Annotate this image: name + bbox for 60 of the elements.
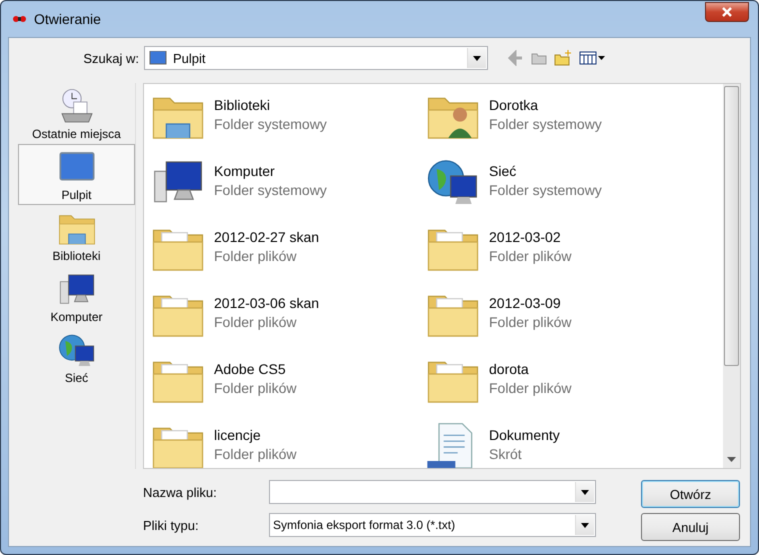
desktop-icon <box>149 51 167 65</box>
place-item[interactable]: Pulpit <box>18 144 135 205</box>
file-item[interactable]: 2012-03-09 Folder plików <box>425 287 723 353</box>
file-name: 2012-03-02 <box>489 229 562 245</box>
file-type: Skrót <box>489 446 523 462</box>
view-menu-icon[interactable] <box>579 50 605 66</box>
file-item[interactable]: 2012-03-02 Folder plików <box>425 221 723 287</box>
file-item[interactable]: licencje Folder plików <box>150 419 425 468</box>
file-item[interactable]: 2012-03-06 skan Folder plików <box>150 287 425 353</box>
close-button[interactable] <box>705 2 749 22</box>
cancel-button[interactable]: Anuluj <box>641 513 740 541</box>
back-arrow-icon[interactable] <box>508 50 524 66</box>
file-type: Folder plików <box>214 446 296 462</box>
file-name: Dokumenty <box>489 427 560 443</box>
look-in-label: Szukaj w: <box>82 50 140 66</box>
file-name: 2012-03-06 skan <box>214 295 320 311</box>
file-type: Folder systemowy <box>214 116 327 132</box>
file-type: Folder plików <box>489 314 572 330</box>
place-item[interactable]: Ostatnie miejsca <box>18 83 135 144</box>
file-name: Komputer <box>214 163 276 179</box>
place-item[interactable]: Komputer <box>18 266 135 327</box>
file-item[interactable]: Dokumenty Skrót <box>425 419 723 468</box>
file-type: Folder systemowy <box>489 116 602 132</box>
file-item[interactable]: Sieć Folder systemowy <box>425 155 723 221</box>
app-logo-icon <box>12 13 28 25</box>
file-type: Folder plików <box>489 248 572 264</box>
file-name-field[interactable] <box>269 480 596 504</box>
file-name: licencje <box>214 427 262 443</box>
file-type-dropdown[interactable]: Symfonia eksport format 3.0 (*.txt) <box>269 513 596 537</box>
file-item[interactable]: Adobe CS5 Folder plików <box>150 353 425 419</box>
file-name: dorota <box>489 361 530 377</box>
file-name: Biblioteki <box>214 97 272 113</box>
file-name: Adobe CS5 <box>214 361 287 377</box>
file-name: Sieć <box>489 163 518 179</box>
new-folder-icon[interactable] <box>554 50 572 66</box>
scrollbar[interactable] <box>723 84 740 468</box>
file-name-label: Nazwa pliku: <box>142 484 218 500</box>
file-type: Folder plików <box>214 314 298 330</box>
file-type: Folder plików <box>489 380 572 396</box>
scrollbar-thumb[interactable] <box>724 86 739 366</box>
file-type: Folder systemowy <box>214 182 327 198</box>
file-item[interactable]: Komputer Folder systemowy <box>150 155 425 221</box>
file-type: Folder systemowy <box>489 182 602 198</box>
file-name: 2012-03-09 <box>489 295 562 311</box>
file-type-label: Pliki typu: <box>142 518 200 532</box>
file-item[interactable]: 2012-02-27 skan Folder plików <box>150 221 425 287</box>
file-name: 2012-02-27 skan <box>214 229 320 245</box>
file-type: Folder plików <box>214 248 298 264</box>
window-title: Otwieranie <box>34 11 102 27</box>
close-icon <box>721 6 733 18</box>
file-item[interactable]: Biblioteki Folder systemowy <box>150 89 425 155</box>
file-name: Dorotka <box>489 97 540 113</box>
place-item[interactable]: Sieć <box>18 327 135 388</box>
scroll-down-icon[interactable] <box>727 457 736 462</box>
file-item[interactable]: Dorotka Folder systemowy <box>425 89 723 155</box>
file-type: Folder plików <box>214 380 296 396</box>
open-button[interactable]: Otwórz <box>641 480 740 508</box>
location-dropdown[interactable]: Pulpit <box>144 46 488 70</box>
file-item[interactable]: dorota Folder plików <box>425 353 723 419</box>
place-item[interactable]: Biblioteki <box>18 205 135 266</box>
